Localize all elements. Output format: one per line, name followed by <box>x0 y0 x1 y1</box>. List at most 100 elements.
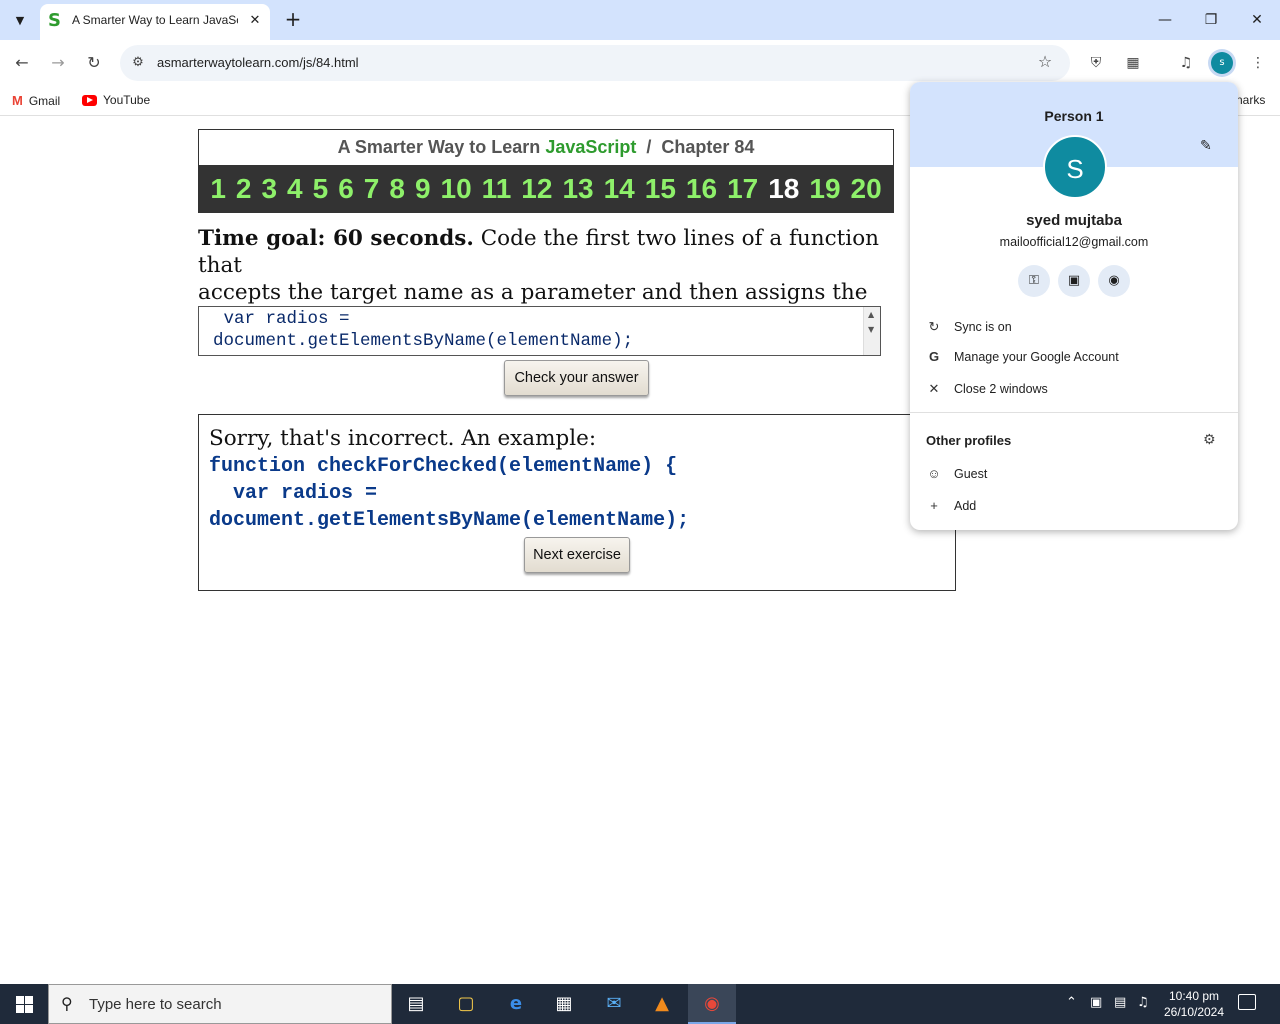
vlc-icon[interactable]: ▲ <box>638 984 686 1024</box>
minimize-icon[interactable]: — <box>1142 6 1188 34</box>
all-bookmarks-label[interactable]: narks <box>1236 93 1265 107</box>
chapter-link-1[interactable]: 1 <box>205 173 231 205</box>
menu-divider <box>910 412 1238 413</box>
other-profiles-heading: Other profiles <box>926 433 1012 448</box>
bookmark-youtube[interactable]: YouTube <box>82 93 150 107</box>
scroll-down-icon[interactable]: ▼ <box>868 325 874 334</box>
notification-icon[interactable] <box>1238 994 1256 1010</box>
chapter-link-4[interactable]: 4 <box>282 173 308 205</box>
reload-icon[interactable]: ↻ <box>80 49 108 77</box>
answer-textarea[interactable]: var radios = document.getElementsByName(… <box>198 306 881 356</box>
task-view-icon[interactable]: ▤ <box>392 984 440 1024</box>
extensions-puzzle-icon[interactable]: ▦ <box>1121 51 1145 75</box>
example-code: function checkForChecked(elementName) { … <box>209 455 690 532</box>
file-explorer-icon[interactable]: ▢ <box>442 984 490 1024</box>
result-message: Sorry, that's incorrect. An example: <box>209 426 597 451</box>
media-controls-icon[interactable]: ♫ <box>1174 51 1198 75</box>
answer-text[interactable]: var radios = document.getElementsByName(… <box>213 308 633 352</box>
addresses-location-icon[interactable]: ◉ <box>1098 265 1130 297</box>
guest-profile-row[interactable]: ☺ Guest <box>910 459 1238 489</box>
bookmark-star-icon[interactable]: ☆ <box>1034 52 1056 74</box>
menu-row-label: Sync is on <box>954 320 1012 334</box>
title-javascript: JavaScript <box>545 137 637 157</box>
chapter-link-16[interactable]: 16 <box>681 173 722 205</box>
chapter-nav: 1 2 3 4 5 6 7 8 9 10 11 12 13 14 15 16 17 18 19 20 <box>199 165 893 213</box>
profile-name: syed mujtaba <box>1026 212 1122 229</box>
chapter-link-18[interactable]: 18 <box>763 173 804 205</box>
chapter-link-5[interactable]: 5 <box>308 173 334 205</box>
chapter-link-2[interactable]: 2 <box>231 173 257 205</box>
back-icon[interactable]: ← <box>8 49 36 77</box>
menu-row-label: Manage your Google Account <box>954 350 1119 364</box>
tray-chevron-icon[interactable]: ⌃ <box>1066 995 1077 1010</box>
chapter-link-8[interactable]: 8 <box>384 173 410 205</box>
check-answer-button[interactable]: Check your answer <box>504 360 649 396</box>
restore-icon[interactable]: ❐ <box>1188 6 1234 34</box>
windows-logo-icon <box>16 1005 24 1013</box>
url-text[interactable]: asmarterwaytolearn.com/js/84.html <box>157 55 359 70</box>
chapter-link-13[interactable]: 13 <box>557 173 598 205</box>
window-close-icon[interactable]: ✕ <box>1234 6 1280 34</box>
payment-card-icon[interactable]: ▣ <box>1058 265 1090 297</box>
address-bar[interactable]: ⚙ asmarterwaytolearn.com/js/84.html ☆ <box>120 45 1070 81</box>
bookmark-gmail[interactable]: M Gmail <box>12 93 60 108</box>
chapter-link-20[interactable]: 20 <box>846 173 887 205</box>
chrome-icon[interactable]: ◉ <box>688 984 736 1024</box>
profile-person-label: Person 1 <box>1044 108 1104 124</box>
sync-row[interactable]: ↻ Sync is on <box>910 312 1238 342</box>
title-chapter: / Chapter 84 <box>636 137 755 157</box>
chapter-link-7[interactable]: 7 <box>359 173 385 205</box>
time-goal: Time goal: 60 seconds. <box>198 226 474 251</box>
menu-kebab-icon[interactable]: ⋮ <box>1246 51 1270 75</box>
forward-icon[interactable]: → <box>44 49 72 77</box>
tab-title: A Smarter Way to Learn JavaScr <box>72 13 238 27</box>
edit-pencil-icon[interactable]: ✎ <box>1200 138 1218 156</box>
windows-logo-icon <box>16 996 24 1004</box>
chapter-link-15[interactable]: 15 <box>640 173 681 205</box>
security-tray-icon[interactable]: ▣ <box>1090 995 1102 1010</box>
next-exercise-button[interactable]: Next exercise <box>524 537 630 573</box>
taskbar-search[interactable]: ⚲ Type here to search <box>48 984 392 1024</box>
tab-search-chevron-icon[interactable]: ▼ <box>8 8 32 32</box>
chapter-link-12[interactable]: 12 <box>516 173 557 205</box>
volume-icon[interactable]: ♫ <box>1137 995 1149 1010</box>
add-profile-row[interactable]: + Add <box>910 491 1238 521</box>
exercise-prompt: Time goal: 60 seconds. Code the first tw… <box>198 225 913 307</box>
chapter-link-17[interactable]: 17 <box>722 173 763 205</box>
manage-profiles-gear-icon[interactable]: ⚙ <box>1203 432 1216 448</box>
chapter-header: A Smarter Way to Learn JavaScript / Chap… <box>198 129 894 213</box>
edge-icon[interactable]: e <box>492 984 540 1024</box>
sync-icon: ↻ <box>928 319 940 334</box>
chapter-link-6[interactable]: 6 <box>333 173 359 205</box>
network-icon[interactable]: ▤ <box>1114 995 1126 1010</box>
chapter-link-10[interactable]: 10 <box>436 173 477 205</box>
profile-email: mailoofficial12@gmail.com <box>999 235 1149 249</box>
mail-icon[interactable]: ✉ <box>590 984 638 1024</box>
close-windows-row[interactable]: ✕ Close 2 windows <box>910 374 1238 404</box>
chapter-link-14[interactable]: 14 <box>599 173 640 205</box>
chapter-link-9[interactable]: 9 <box>410 173 436 205</box>
profile-avatar-button[interactable]: s <box>1211 52 1233 74</box>
answer-scrollbar[interactable]: ▲ ▼ <box>863 307 880 355</box>
chapter-link-19[interactable]: 19 <box>804 173 845 205</box>
menu-row-label: Add <box>954 499 977 513</box>
tab-strip: ▼ S A Smarter Way to Learn JavaScr ✕ + —… <box>0 0 1280 40</box>
guest-icon: ☺ <box>927 466 941 481</box>
chapter-link-3[interactable]: 3 <box>256 173 282 205</box>
passwords-key-icon[interactable]: ⚿ <box>1018 265 1050 297</box>
search-icon: ⚲ <box>61 994 73 1013</box>
microsoft-store-icon[interactable]: ▦ <box>540 984 588 1024</box>
manage-account-row[interactable]: G Manage your Google Account <box>910 342 1238 372</box>
taskbar-search-placeholder[interactable]: Type here to search <box>89 996 222 1013</box>
chapter-link-11[interactable]: 11 <box>477 173 517 205</box>
shield-extension-icon[interactable]: ⛨ <box>1084 51 1108 75</box>
start-button[interactable] <box>0 984 48 1024</box>
windows-taskbar: ⚲ Type here to search ▤ ▢ e ▦ ✉ ▲ ◉ ⌃ ▣ … <box>0 984 1280 1024</box>
clock[interactable]: 10:40 pm 26/10/2024 <box>1162 988 1226 1020</box>
menu-row-label: Close 2 windows <box>954 382 1048 396</box>
tab-close-icon[interactable]: ✕ <box>246 12 264 30</box>
scroll-up-icon[interactable]: ▲ <box>868 310 874 319</box>
new-tab-button[interactable]: + <box>282 8 304 30</box>
site-info-icon[interactable]: ⚙ <box>128 53 148 73</box>
tab-active[interactable]: S A Smarter Way to Learn JavaScr ✕ <box>40 4 270 40</box>
